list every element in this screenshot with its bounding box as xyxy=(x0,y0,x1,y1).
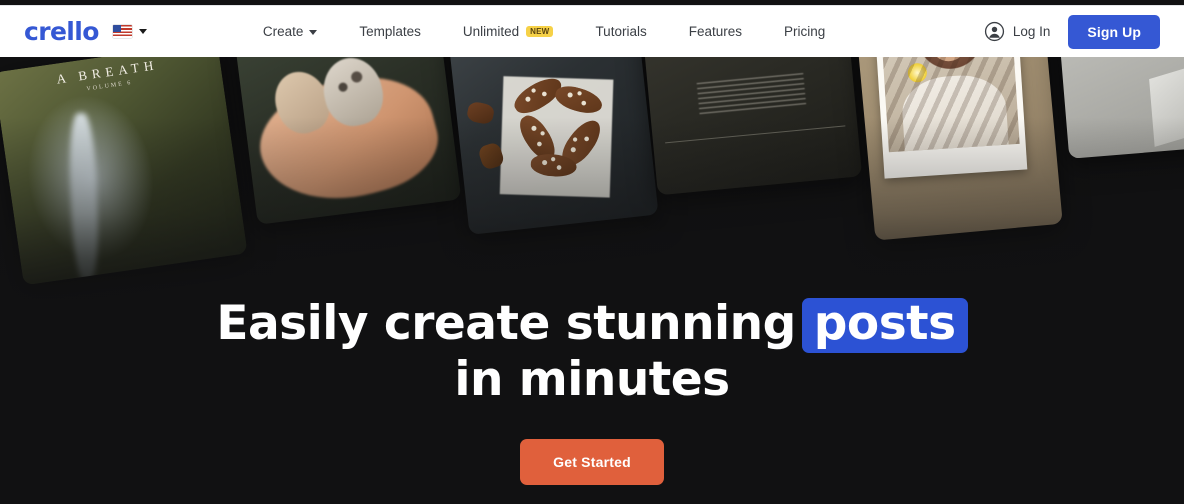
main-navigation: Create Templates Unlimited NEW Tutorials… xyxy=(242,18,846,45)
nav-label: Tutorials xyxy=(595,24,647,39)
get-started-button[interactable]: Get Started xyxy=(520,438,664,485)
portrait-photo xyxy=(879,57,1020,152)
nav-item-features[interactable]: Features xyxy=(668,18,763,45)
signup-button[interactable]: Sign Up xyxy=(1068,14,1160,49)
showcase-card-concrete-architecture[interactable] xyxy=(1052,57,1184,159)
showcase-card-polaroid-portrait[interactable] xyxy=(852,57,1063,241)
crello-landing-page: crello Create Templates Unlimited NEW Tu… xyxy=(0,0,1184,504)
new-badge: NEW xyxy=(526,25,554,38)
site-header: crello Create Templates Unlimited NEW Tu… xyxy=(0,6,1184,57)
card-caption: Almond Cookies in 5 min xyxy=(448,57,639,70)
card-divider xyxy=(665,125,846,144)
headline-part-1: Easily create stunning xyxy=(216,296,796,351)
login-link[interactable]: Log In xyxy=(984,21,1051,42)
nav-item-unlimited[interactable]: Unlimited NEW xyxy=(442,18,575,45)
nav-item-tutorials[interactable]: Tutorials xyxy=(574,18,667,45)
card-subcaption: VOLUME 6 xyxy=(86,79,133,93)
river-shape xyxy=(67,112,100,281)
crello-logo[interactable]: crello xyxy=(24,19,99,44)
cta-wrapper: Get Started xyxy=(0,438,1184,485)
concrete-slab xyxy=(1148,57,1184,147)
nav-label: Features xyxy=(688,24,742,39)
nav-item-create[interactable]: Create xyxy=(242,18,339,45)
language-picker[interactable] xyxy=(112,25,147,38)
nav-label: Create xyxy=(262,24,304,39)
card-caption-line2: in 5 min xyxy=(451,57,640,70)
hero-section: A BREATH VOLUME 6 CLUB Almond Cooki xyxy=(0,57,1184,504)
headline-part-2: in minutes xyxy=(454,352,730,407)
hero-headline: Easily create stunning posts in minutes xyxy=(0,296,1184,408)
nav-item-templates[interactable]: Templates xyxy=(338,18,442,45)
showcase-card-dog-paws[interactable]: CLUB xyxy=(234,57,462,225)
chevron-down-icon xyxy=(138,29,147,34)
polaroid-frame xyxy=(872,57,1028,179)
showcase-card-education[interactable]: our education with us xyxy=(639,57,863,196)
top-divider xyxy=(0,5,1184,6)
hero-copy: Easily create stunning posts in minutes G… xyxy=(0,296,1184,485)
nav-item-pricing[interactable]: Pricing xyxy=(763,18,846,45)
card-body-text-lines xyxy=(696,73,807,118)
nav-label: Pricing xyxy=(783,24,826,39)
brand-block: crello xyxy=(24,19,147,44)
login-label: Log In xyxy=(1012,24,1051,39)
template-showcase-band: A BREATH VOLUME 6 CLUB Almond Cooki xyxy=(0,57,1184,297)
showcase-card-aerial-landscape[interactable]: A BREATH VOLUME 6 xyxy=(0,57,248,286)
showcase-card-almond-cookies[interactable]: Almond Cookies in 5 min xyxy=(446,57,659,235)
nav-label: Templates xyxy=(359,24,421,39)
chevron-down-icon xyxy=(309,29,318,35)
us-flag-icon xyxy=(112,25,132,38)
shadow-stripes xyxy=(879,57,1020,152)
nav-label: Unlimited xyxy=(462,24,520,39)
header-actions: Log In Sign Up xyxy=(984,14,1160,49)
crumb-shape xyxy=(466,100,496,126)
user-circle-icon xyxy=(984,21,1004,42)
headline-highlight: posts xyxy=(801,298,968,353)
